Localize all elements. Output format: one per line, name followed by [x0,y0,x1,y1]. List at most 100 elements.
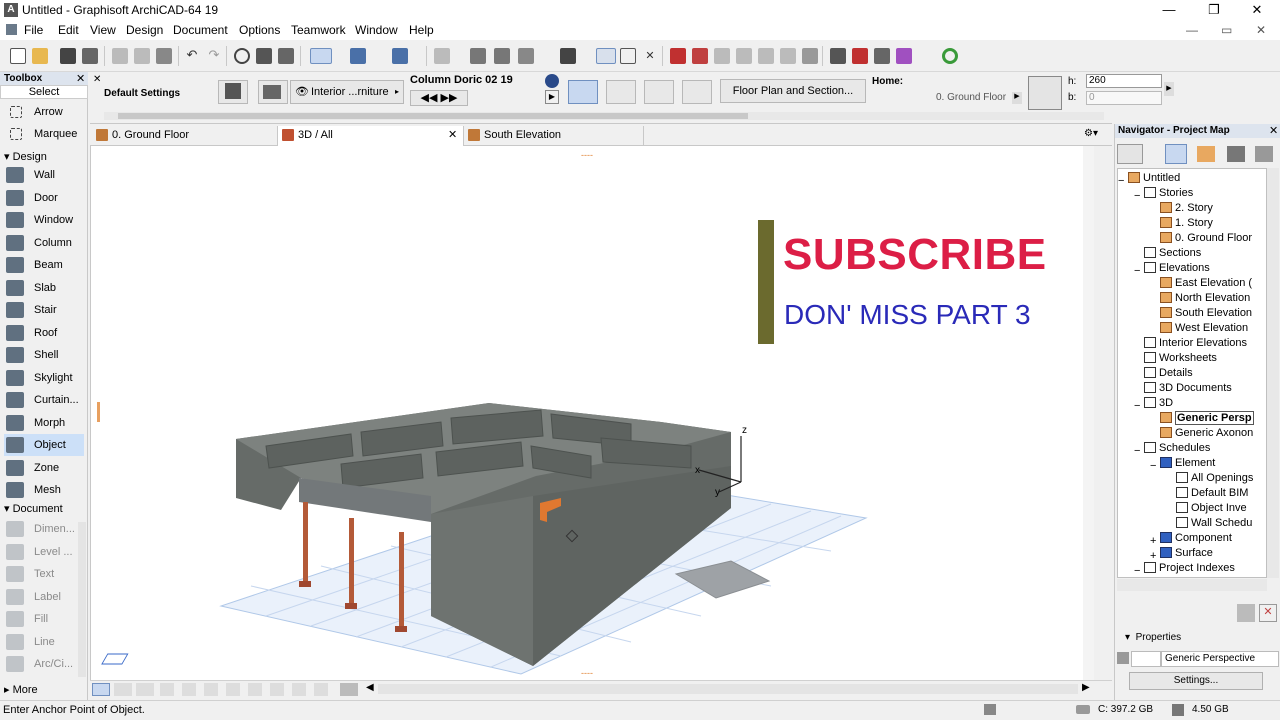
tree-expand-toggle[interactable]: − [1134,444,1140,459]
tool-column[interactable]: Column [4,232,84,254]
tree-item-worksheets[interactable]: Worksheets [1144,351,1217,366]
zoom-out-icon[interactable] [182,683,196,696]
navigator-close-icon[interactable]: ✕ [1269,124,1278,137]
suspend-groups-icon[interactable] [392,48,408,64]
base-field[interactable]: 0 [1086,91,1162,105]
cancel-icon[interactable]: ✕ [642,48,658,64]
navigator-icon[interactable] [874,48,890,64]
surface-icon[interactable] [896,48,912,64]
tab-close-icon[interactable]: ✕ [448,126,457,144]
eyedropper-icon[interactable] [256,48,272,64]
tree-item-3d[interactable]: 3D [1144,396,1173,411]
anchor-point-icon[interactable] [568,80,598,104]
tool-roof[interactable]: Roof [4,322,84,344]
grid-snap-icon[interactable] [434,48,450,64]
save-icon[interactable] [60,48,76,64]
tree-expand-toggle[interactable]: + [1150,534,1156,549]
project-map-tree[interactable]: Untitled − Stories −2. Story 1. Story 0. Grou… [1117,168,1267,578]
3d-viewport[interactable]: z x y ---- ---- SUBSCRIBE DON' MISS PART… [90,146,1094,680]
tree-item-generic-persp[interactable]: Generic Persp [1160,411,1254,426]
floor-plan-section-button[interactable]: Floor Plan and Section... [720,79,866,103]
print-icon[interactable] [82,48,98,64]
tree-expand-toggle[interactable]: − [1150,459,1156,474]
tree-item-schedules[interactable]: Schedules [1144,441,1210,456]
3d-model-canvas[interactable]: z x y ---- ---- [91,146,1094,680]
menu-window[interactable]: Window [355,23,398,37]
orbit-icon[interactable] [248,683,262,696]
infobox-scrollbar[interactable] [104,112,1104,120]
tree-item-surface[interactable]: Surface [1160,546,1213,561]
tool-mesh[interactable]: Mesh [4,479,84,501]
navigate-icon[interactable] [314,683,328,696]
tool-fill[interactable]: Fill [4,608,76,630]
menu-file[interactable]: File [24,23,43,37]
minimize-icon[interactable]: — [1146,0,1192,21]
tree-item-elevations[interactable]: Elevations [1144,261,1210,276]
find-select-icon[interactable] [234,48,250,64]
viewport-horizontal-scrollbar[interactable] [378,684,1078,694]
explore-icon[interactable] [292,683,306,696]
elevation-icon[interactable] [1028,76,1062,110]
tree-expand-toggle[interactable]: − [1134,189,1140,204]
tool-stair[interactable]: Stair [4,299,84,321]
height-field[interactable]: 260 [1086,74,1162,88]
properties-header[interactable]: ▾ Properties [1125,632,1181,643]
settings-button[interactable]: Settings... [1129,672,1263,690]
tree-item-south-elevation[interactable]: South Elevation [1160,306,1252,321]
session-report-icon[interactable] [984,704,996,715]
layout-book-icon[interactable] [1227,146,1245,162]
tree-item-untitled[interactable]: Untitled [1128,171,1180,186]
tree-item-interior-elevations[interactable]: Interior Elevations [1144,336,1247,351]
tab-3d-all[interactable]: 3D / All ✕ [278,126,464,146]
tool-window[interactable]: Window [4,209,84,231]
layer-dropdown[interactable]: 👁 Interior ...rniture ▸ [290,80,404,104]
tool-text[interactable]: Text [4,563,76,585]
info-icon[interactable] [545,74,559,88]
tool-shell[interactable]: Shell [4,344,84,366]
syringe-icon[interactable] [278,48,294,64]
tool-arcci[interactable]: Arc/Ci... [4,653,76,675]
tool-slab[interactable]: Slab [4,277,84,299]
intersect-icon[interactable] [670,48,686,64]
tree-item-object-inve[interactable]: Object Inve [1176,501,1247,516]
camera-icon[interactable] [340,683,358,696]
adjust-icon[interactable] [692,48,708,64]
navigator-popup-icon[interactable] [1117,144,1143,164]
tool-arrow[interactable]: Arrow [4,101,84,123]
tree-item-stories[interactable]: Stories [1144,186,1193,201]
menu-view[interactable]: View [90,23,116,37]
tool-morph[interactable]: Morph [4,412,84,434]
tree-item-west-elevation[interactable]: West Elevation [1160,321,1248,336]
open-icon[interactable] [32,48,48,64]
copy-icon[interactable] [134,48,150,64]
view-map-icon[interactable] [1197,146,1215,162]
tree-item-element[interactable]: Element [1160,456,1215,471]
tree-item-default-bim[interactable]: Default BIM [1176,486,1248,501]
tree-item-component[interactable]: Component [1160,531,1232,546]
tree-item-generic-axonon[interactable]: Generic Axonon [1160,426,1253,441]
rotate-icon[interactable] [606,80,636,104]
infobox-close-icon[interactable]: ✕ [93,74,101,85]
tab-menu-icon[interactable]: ⚙▾ [1084,128,1098,139]
navigator-horizontal-scrollbar[interactable] [1117,579,1267,591]
roof-trim-icon[interactable] [802,48,818,64]
cut-icon[interactable] [112,48,128,64]
menu-design[interactable]: Design [126,23,163,37]
tree-item-2-story[interactable]: 2. Story [1160,201,1213,216]
tool-skylight[interactable]: Skylight [4,367,84,389]
tree-item-details[interactable]: Details [1144,366,1193,381]
tree-item-north-elevation[interactable]: North Elevation [1160,291,1250,306]
undo-zoom-icon[interactable] [92,683,110,696]
document-category[interactable]: ▾ Document [4,502,63,516]
menu-help[interactable]: Help [409,23,434,37]
properties-id-field[interactable] [1131,651,1161,667]
transform-icon[interactable] [644,80,674,104]
tree-expand-toggle[interactable]: − [1134,264,1140,279]
toolbox-scrollbar[interactable] [78,522,86,677]
tool-dimen[interactable]: Dimen... [4,518,76,540]
tool-line[interactable]: Line [4,631,76,653]
tool-marquee[interactable]: Marquee [4,123,84,145]
project-map-icon[interactable] [1165,144,1187,164]
menu-options[interactable]: Options [239,23,280,37]
trim-icon[interactable] [470,48,486,64]
